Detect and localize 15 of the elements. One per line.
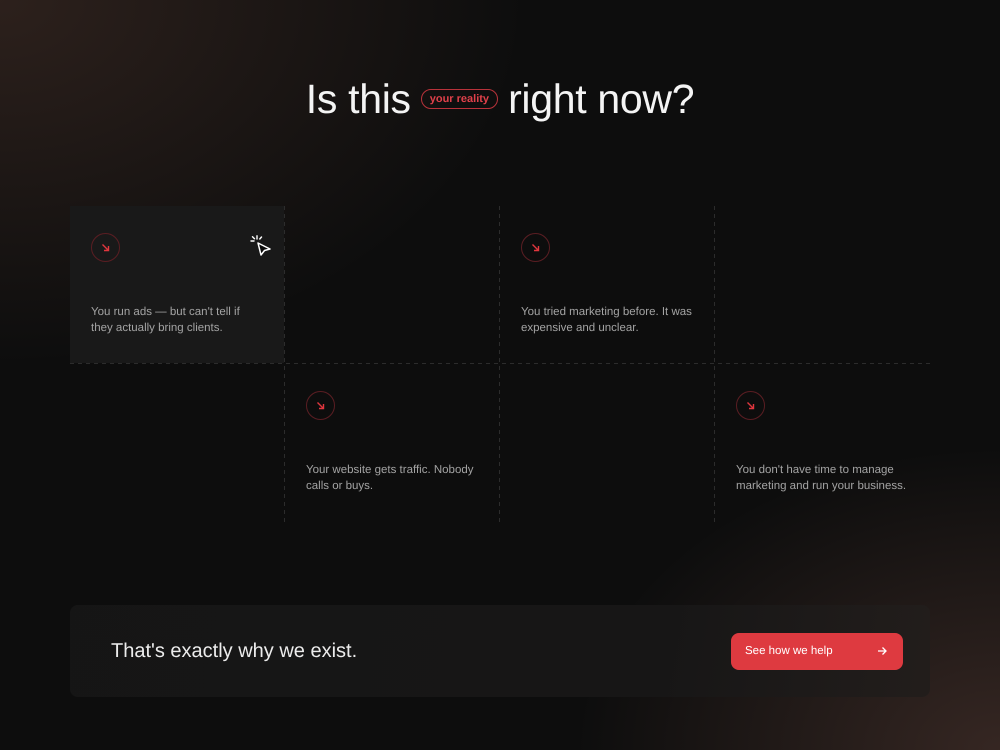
card-text: Your website gets traffic. Nobody calls or buys. [306,463,474,494]
card-text: You don't have time to manage marketing and run your business. [736,463,908,494]
cta-text: That's exactly why we exist. [111,640,358,662]
card-text: You tried marketing before. It was expensive and unclear. [521,305,693,336]
arrow-circle-icon [521,233,550,262]
heading-text: Is this [306,76,411,122]
highlight-tag: your reality [420,89,498,109]
arrow-right-icon [877,646,887,656]
arrow-circle-icon [306,391,335,420]
arrow-circle-icon [736,391,765,420]
arrow-circle-icon [91,233,120,262]
see-how-we-help-button[interactable]: See how we help [731,632,903,670]
cursor-icon [250,235,272,258]
card-text: You run ads — but can't tell if they actually bring clients. [91,305,241,336]
heading-text: right now? [508,76,694,122]
